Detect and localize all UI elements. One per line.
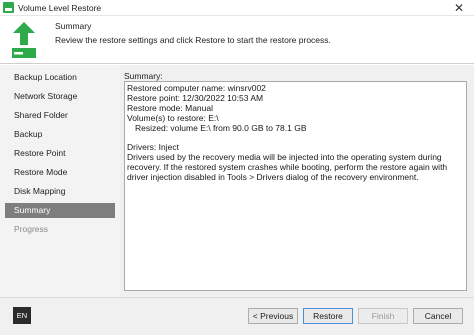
summary-volumes: Volume(s) to restore: E:\ xyxy=(127,113,219,123)
app-icon xyxy=(3,2,14,13)
close-button[interactable]: ✕ xyxy=(444,0,474,16)
summary-panel: Summary: Restored computer name: winsrv0… xyxy=(120,65,474,297)
summary-drivers: Drivers: Inject xyxy=(127,142,179,152)
wizard-steps-sidebar: Backup Location Network Storage Shared F… xyxy=(0,65,120,297)
wizard-footer: EN < Previous Restore Finish Cancel xyxy=(0,297,474,335)
language-indicator[interactable]: EN xyxy=(13,307,31,324)
summary-spacer xyxy=(127,133,464,142)
summary-restore-mode: Restore mode: Manual xyxy=(127,103,213,113)
wizard-header: Summary Review the restore settings and … xyxy=(0,17,474,64)
step-backup-location[interactable]: Backup Location xyxy=(5,70,115,85)
summary-resize: Resized: volume E:\ from 90.0 GB to 78.1… xyxy=(135,123,307,133)
step-disk-mapping[interactable]: Disk Mapping xyxy=(5,184,115,199)
summary-textbox[interactable]: Restored computer name: winsrv002 Restor… xyxy=(124,81,467,291)
previous-button[interactable]: < Previous xyxy=(248,308,298,324)
summary-drivers-note: Drivers used by the recovery media will … xyxy=(127,152,448,182)
cancel-button[interactable]: Cancel xyxy=(413,308,463,324)
step-shared-folder[interactable]: Shared Folder xyxy=(5,108,115,123)
step-network-storage[interactable]: Network Storage xyxy=(5,89,115,104)
step-restore-point[interactable]: Restore Point xyxy=(5,146,115,161)
title-bar: Volume Level Restore ✕ xyxy=(0,0,474,16)
step-summary[interactable]: Summary xyxy=(5,203,115,218)
summary-computer-name: Restored computer name: winsrv002 xyxy=(127,83,266,93)
restore-button[interactable]: Restore xyxy=(303,308,353,324)
step-restore-mode[interactable]: Restore Mode xyxy=(5,165,115,180)
window-title: Volume Level Restore xyxy=(18,2,102,13)
summary-restore-point: Restore point: 12/30/2022 10:53 AM xyxy=(127,93,264,103)
step-progress: Progress xyxy=(14,224,49,234)
page-title: Summary xyxy=(55,21,92,31)
finish-button: Finish xyxy=(358,308,408,324)
step-backup[interactable]: Backup xyxy=(5,127,115,142)
page-subtitle: Review the restore settings and click Re… xyxy=(55,35,331,45)
summary-label: Summary: xyxy=(124,71,163,81)
restore-arrow-icon xyxy=(12,22,36,58)
